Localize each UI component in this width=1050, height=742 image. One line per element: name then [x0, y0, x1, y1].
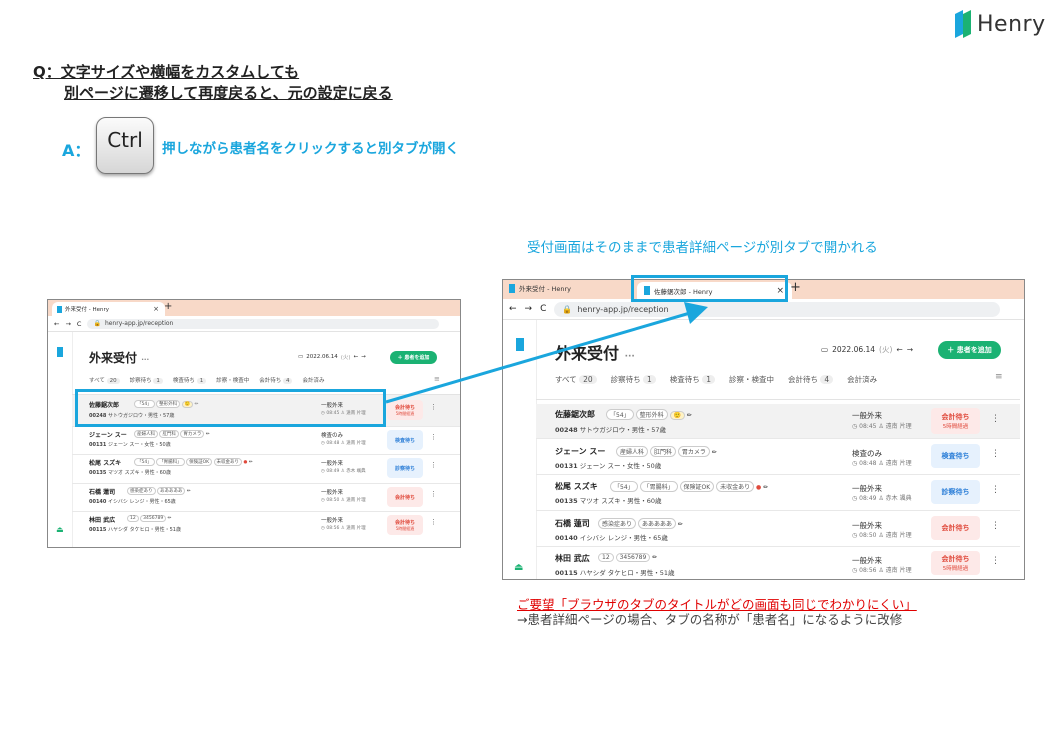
connector-arrow [385, 302, 708, 404]
request-description: →患者詳細ページの場合、タブの名称が「患者名」になるように改修 [517, 612, 903, 627]
